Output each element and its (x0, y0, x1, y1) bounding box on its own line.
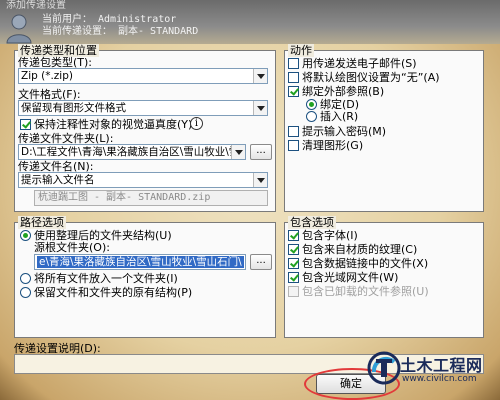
window-title: 添加传递设置 (6, 0, 66, 11)
watermark-logo-icon (367, 351, 401, 385)
include-photometric-checkbox[interactable] (288, 272, 299, 283)
current-user: 当前用户： Administrator (42, 14, 177, 25)
include-photometric-label: 包含光域网文件(W) (302, 271, 399, 284)
filename-value: 提示输入文件名 (21, 174, 95, 186)
folder-select[interactable]: D:\工程文件\青海\果洛藏族自治区\雪山牧业\雪山石 (18, 144, 246, 160)
filename-preview: 杭迪踹工图 - 副本- STANDARD.zip (34, 190, 268, 206)
include-datalinks-label: 包含数据链接中的文件(X) (302, 257, 429, 270)
source-root-value: e\青海\果洛藏族自治区\雪山牧业\雪山石门\ (37, 256, 244, 268)
insert-radio[interactable] (306, 111, 317, 122)
include-textures-checkbox[interactable] (288, 244, 299, 255)
email-label: 用传递发送电子邮件(S) (302, 57, 417, 70)
include-options-title: 包含选项 (288, 216, 336, 229)
file-format-value: 保留现有图形文件格式 (21, 102, 126, 114)
password-label: 提示输入密码(M) (302, 125, 387, 138)
chevron-down-icon (253, 69, 267, 83)
user-icon (6, 14, 32, 44)
email-checkbox[interactable] (288, 58, 299, 69)
path-options-title: 路径选项 (18, 216, 66, 229)
filename-select[interactable]: 提示输入文件名 (18, 172, 268, 188)
bind-radio[interactable] (306, 99, 317, 110)
include-fonts-checkbox[interactable] (288, 230, 299, 241)
source-root-browse-button[interactable]: ... (250, 254, 272, 270)
keep-structure-label: 保留文件和文件夹的原有结构(P) (34, 286, 193, 299)
keep-visual-fidelity-checkbox[interactable] (20, 119, 31, 130)
info-icon[interactable]: i (190, 117, 203, 130)
bind-xref-label: 绑定外部参照(B) (302, 85, 385, 98)
source-root-label: 源根文件夹(O): (34, 241, 110, 254)
folder-browse-button[interactable]: ... (250, 144, 272, 160)
watermark: 土木工程网 www.civilcn.com (366, 350, 496, 394)
include-unloaded-checkbox[interactable] (288, 286, 299, 297)
all-in-one-label: 将所有文件放入一个文件夹(I) (34, 272, 178, 285)
watermark-title: 土木工程网 (400, 356, 483, 375)
chevron-down-icon (253, 101, 267, 115)
watermark-url: www.civilcn.com (402, 374, 477, 384)
chevron-down-icon (253, 173, 267, 187)
keep-visual-fidelity-label: 保持注释性对象的视觉逼真度(Y) (34, 118, 193, 131)
folder-value: D:\工程文件\青海\果洛藏族自治区\雪山牧业\雪山石 (21, 146, 246, 158)
use-organized-radio[interactable] (20, 230, 31, 241)
plotter-none-label: 将默认绘图仪设置为“无”(A) (302, 71, 440, 84)
chevron-down-icon (231, 145, 245, 159)
bind-xref-checkbox[interactable] (288, 86, 299, 97)
include-unloaded-label: 包含已卸载的文件参照(U) (302, 285, 429, 298)
package-type-value: Zip (*.zip) (21, 70, 73, 82)
include-datalinks-checkbox[interactable] (288, 258, 299, 269)
current-setting: 当前传递设置： 副本- STANDARD (42, 26, 199, 37)
dialog-header: 添加传递设置 当前用户： Administrator 当前传递设置： 副本- S… (0, 0, 500, 44)
package-type-select[interactable]: Zip (*.zip) (18, 68, 268, 84)
include-fonts-label: 包含字体(I) (302, 229, 358, 242)
include-textures-label: 包含来自材质的纹理(C) (302, 243, 418, 256)
file-format-select[interactable]: 保留现有图形文件格式 (18, 100, 268, 116)
actions-title: 动作 (288, 44, 314, 57)
plotter-none-checkbox[interactable] (288, 72, 299, 83)
keep-structure-radio[interactable] (20, 287, 31, 298)
source-root-input[interactable]: e\青海\果洛藏族自治区\雪山牧业\雪山石门\ (34, 254, 246, 270)
insert-radio-label: 插入(R) (320, 110, 359, 123)
all-in-one-radio[interactable] (20, 273, 31, 284)
password-checkbox[interactable] (288, 126, 299, 137)
purge-label: 清理图形(G) (302, 139, 364, 152)
purge-checkbox[interactable] (288, 140, 299, 151)
